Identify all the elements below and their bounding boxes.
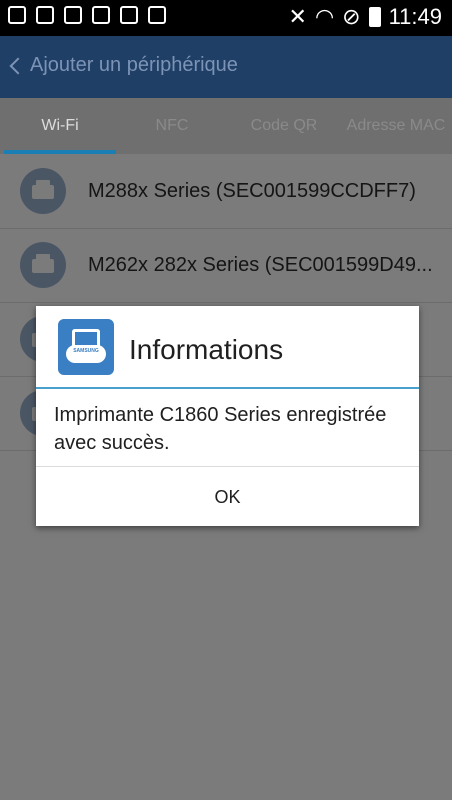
wifi-icon: ◠ xyxy=(314,4,335,29)
dialog-divider xyxy=(36,466,419,467)
dialog-title: Informations xyxy=(129,334,284,365)
info-dialog: SAMSUNG Informations Imprimante C1860 Se… xyxy=(36,306,419,526)
tab-wifi[interactable]: Wi-Fi xyxy=(4,98,116,154)
usb-icon xyxy=(8,6,26,24)
page-title: Ajouter un périphérique xyxy=(30,54,238,76)
blocked-icon: ⊘ xyxy=(342,4,361,29)
clock-icon xyxy=(120,6,138,24)
battery-icon xyxy=(368,7,381,27)
screenshot-icon xyxy=(92,6,110,24)
app-icon-brand: SAMSUNG xyxy=(73,348,99,354)
status-time: 11:49 xyxy=(388,4,442,29)
sd-card-icon xyxy=(64,6,82,24)
tab-qr-code[interactable]: Code QR xyxy=(228,98,340,154)
dialog-message: Imprimante C1860 Series enregistrée avec… xyxy=(54,404,387,454)
tab-mac-address[interactable]: Adresse MAC xyxy=(340,98,452,154)
printer-icon xyxy=(20,168,66,214)
status-system-icons: ✕ ◠ ⊘ 11:49 xyxy=(289,4,443,30)
app-bar: Ajouter un périphérique xyxy=(0,36,452,98)
download-icon xyxy=(148,6,166,24)
back-button[interactable]: Ajouter un périphérique xyxy=(6,54,238,77)
tab-nfc[interactable]: NFC xyxy=(116,98,228,154)
dialog-header: SAMSUNG Informations xyxy=(36,306,419,389)
list-item[interactable]: M288x Series (SEC001599CCDFF7) xyxy=(0,154,452,229)
device-name: M262x 282x Series (SEC001599D49... xyxy=(88,254,433,276)
samsung-print-app-icon: SAMSUNG xyxy=(58,319,114,375)
gallery-icon xyxy=(36,6,54,24)
list-item[interactable]: M262x 282x Series (SEC001599D49... xyxy=(0,228,452,303)
device-name: M288x Series (SEC001599CCDFF7) xyxy=(88,180,416,202)
mute-icon: ✕ xyxy=(288,4,307,29)
status-notification-icons xyxy=(8,6,166,24)
printer-icon xyxy=(20,242,66,288)
chevron-left-icon xyxy=(9,57,27,74)
ok-button[interactable]: OK xyxy=(36,468,419,526)
status-bar: ✕ ◠ ⊘ 11:49 xyxy=(0,0,452,36)
tab-bar: Wi-Fi NFC Code QR Adresse MAC xyxy=(0,98,452,154)
